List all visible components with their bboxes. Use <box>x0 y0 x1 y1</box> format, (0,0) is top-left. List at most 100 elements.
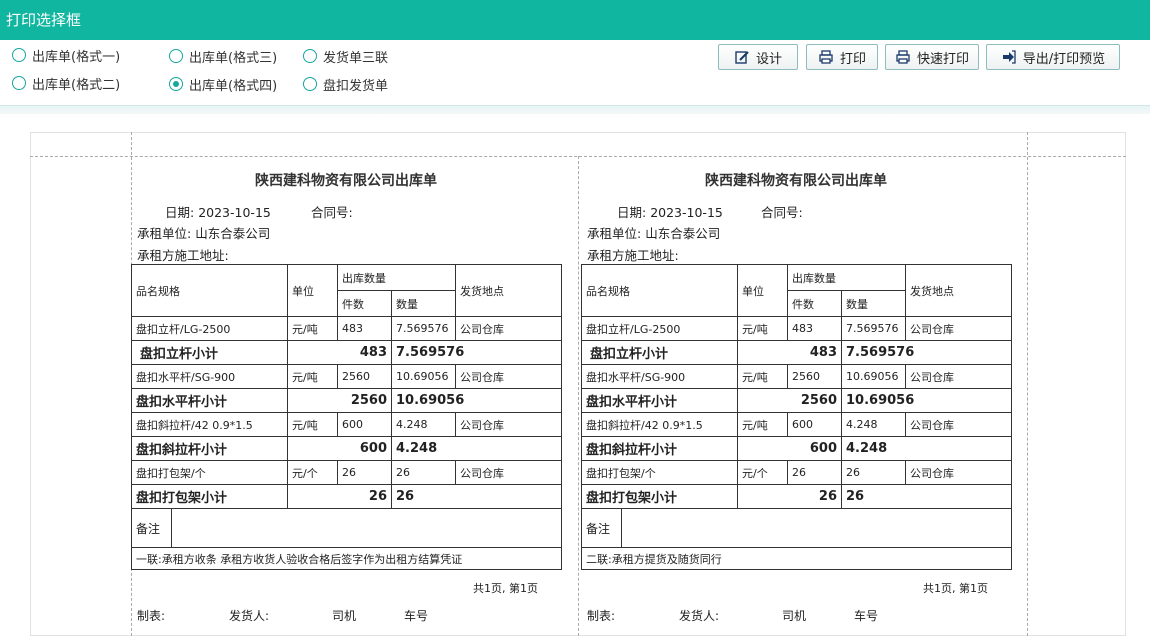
subtotal-row: 盘扣斜拉杆小计 600 4.248 <box>581 436 1012 461</box>
export-preview-button[interactable]: 导出/打印预览 <box>986 44 1120 70</box>
slip-1-driver-label: 司机 <box>332 609 357 623</box>
row-spec: 盘扣打包架/个 <box>581 460 738 485</box>
remark-label: 备注 <box>133 509 172 547</box>
slip-2-date-label: 日期: <box>617 205 647 220</box>
slip-2-date: 2023-10-15 <box>650 205 723 220</box>
table-row: 盘扣打包架/个 元/个 26 26 公司仓库 <box>131 460 562 485</box>
table-row: 盘扣水平杆/SG-900 元/吨 2560 10.69056 公司仓库 <box>581 364 1012 389</box>
slip-1-title: 陕西建科物资有限公司出库单 <box>255 173 437 189</box>
design-button-label: 设计 <box>755 51 782 67</box>
subtotal-label: 盘扣水平杆小计 <box>131 388 288 413</box>
subtotal-row: 盘扣立杆小计 483 7.569576 <box>131 340 562 365</box>
subtotal-row: 盘扣打包架小计 26 26 <box>131 484 562 509</box>
row-spec: 盘扣斜拉杆/42 0.9*1.5 <box>581 412 738 437</box>
subtotal-row: 盘扣打包架小计 26 26 <box>581 484 1012 509</box>
header-amount: 数量 <box>391 290 456 317</box>
slip-2-table: 品名规格 单位 出库数量 发货地点 件数 数量 盘扣立杆/LG-2500 元/吨… <box>581 264 1012 570</box>
row-unit: 元/吨 <box>287 364 338 389</box>
copy-note: 二联:承租方提货及随货同行 <box>581 547 1012 570</box>
subtotal-label: 盘扣立杆小计 <box>131 340 288 365</box>
radio-format-2[interactable]: 出库单(格式二) <box>12 73 120 93</box>
row-amount: 26 <box>391 460 456 485</box>
subtotal-pieces: 483 <box>737 340 842 365</box>
slip-1-date-label: 日期: <box>165 205 195 220</box>
radio-delivery-triplicate-indicator <box>303 49 317 63</box>
subtotal-label: 盘扣斜拉杆小计 <box>131 436 288 461</box>
header-pieces: 件数 <box>337 290 392 317</box>
subtotal-label: 盘扣立杆小计 <box>581 340 738 365</box>
row-spec: 盘扣立杆/LG-2500 <box>131 316 288 341</box>
row-unit: 元/吨 <box>737 412 788 437</box>
quick-printer-icon <box>896 50 910 64</box>
subtotal-row: 盘扣斜拉杆小计 600 4.248 <box>131 436 562 461</box>
radio-format-3[interactable]: 出库单(格式三) <box>169 46 277 66</box>
window-title: 打印选择框 <box>0 0 1150 40</box>
table-header-row: 品名规格 单位 出库数量 发货地点 <box>581 264 1012 317</box>
row-amount: 10.69056 <box>841 364 906 389</box>
row-place: 公司仓库 <box>905 460 1012 485</box>
remark-value <box>622 510 1011 547</box>
radio-format-3-indicator <box>169 49 183 63</box>
slip-2-title: 陕西建科物资有限公司出库单 <box>705 173 887 189</box>
printer-icon <box>819 50 833 64</box>
slip-1-maker-label: 制表: <box>137 609 166 623</box>
design-icon <box>735 51 749 64</box>
radio-delivery-triplicate-label: 发货单三联 <box>323 50 389 66</box>
row-place: 公司仓库 <box>905 412 1012 437</box>
subtotal-pieces: 26 <box>737 484 842 509</box>
row-unit: 元/吨 <box>737 316 788 341</box>
header-qty: 出库数量 <box>787 264 906 291</box>
note-row: 二联:承租方提货及随货同行 <box>581 547 1012 570</box>
subtotal-pieces: 600 <box>287 436 392 461</box>
slip-1-date: 2023-10-15 <box>198 205 271 220</box>
print-button[interactable]: 打印 <box>806 44 878 70</box>
radio-scaffold-delivery[interactable]: 盘扣发货单 <box>303 74 388 94</box>
slip-2-driver-label: 司机 <box>782 609 807 623</box>
row-pieces: 2560 <box>337 364 392 389</box>
remark-value <box>172 510 561 547</box>
slip-2-plate-label: 车号 <box>854 609 879 623</box>
table-row: 盘扣立杆/LG-2500 元/吨 483 7.569576 公司仓库 <box>131 316 562 341</box>
quick-print-button-label: 快速打印 <box>916 51 969 67</box>
row-place: 公司仓库 <box>455 460 562 485</box>
table-row: 盘扣斜拉杆/42 0.9*1.5 元/吨 600 4.248 公司仓库 <box>581 412 1012 437</box>
row-place: 公司仓库 <box>455 364 562 389</box>
subtotal-pieces: 483 <box>287 340 392 365</box>
note-row: 一联:承租方收条 承租方收货人验收合格后签字作为出租方结算凭证 <box>131 547 562 570</box>
slip-2-site-label: 承租方施工地址: <box>587 248 679 263</box>
design-button[interactable]: 设计 <box>718 44 798 70</box>
radio-format-3-label: 出库单(格式三) <box>189 50 278 66</box>
remark-label: 备注 <box>583 509 622 547</box>
slip-2-maker-label: 制表: <box>587 609 616 623</box>
radio-format-1[interactable]: 出库单(格式一) <box>12 45 120 65</box>
row-amount: 26 <box>841 460 906 485</box>
subtotal-amount: 4.248 <box>841 436 1012 461</box>
radio-delivery-triplicate[interactable]: 发货单三联 <box>303 46 388 66</box>
radio-scaffold-delivery-label: 盘扣发货单 <box>323 78 389 94</box>
copy-note: 一联:承租方收条 承租方收货人验收合格后签字作为出租方结算凭证 <box>131 547 562 570</box>
subtotal-amount: 26 <box>391 484 562 509</box>
radio-format-4-indicator <box>169 77 183 91</box>
slip-1-shipper-label: 发货人: <box>229 609 270 623</box>
table-header-row: 品名规格 单位 出库数量 发货地点 <box>131 264 562 317</box>
export-preview-button-label: 导出/打印预览 <box>1022 51 1106 67</box>
subtotal-row: 盘扣立杆小计 483 7.569576 <box>581 340 1012 365</box>
row-unit: 元/吨 <box>287 412 338 437</box>
page-margin-right <box>1027 132 1028 636</box>
subtotal-pieces: 2560 <box>287 388 392 413</box>
slip-2-lessee: 山东合泰公司 <box>645 226 721 241</box>
remark-row: 备注 <box>131 508 562 548</box>
row-amount: 4.248 <box>391 412 456 437</box>
slip-2-page-indicator: 共1页, 第1页 <box>923 582 988 595</box>
quick-print-button[interactable]: 快速打印 <box>885 44 979 70</box>
subtotal-amount: 4.248 <box>391 436 562 461</box>
radio-format-4[interactable]: 出库单(格式四) <box>169 74 277 94</box>
row-place: 公司仓库 <box>905 316 1012 341</box>
table-row: 盘扣打包架/个 元/个 26 26 公司仓库 <box>581 460 1012 485</box>
header-place: 发货地点 <box>905 264 1012 317</box>
header-spec: 品名规格 <box>131 264 288 317</box>
row-pieces: 600 <box>337 412 392 437</box>
slip-1-contract-label: 合同号: <box>311 205 353 220</box>
row-pieces: 2560 <box>787 364 842 389</box>
slip-2-contract-label: 合同号: <box>761 205 803 220</box>
